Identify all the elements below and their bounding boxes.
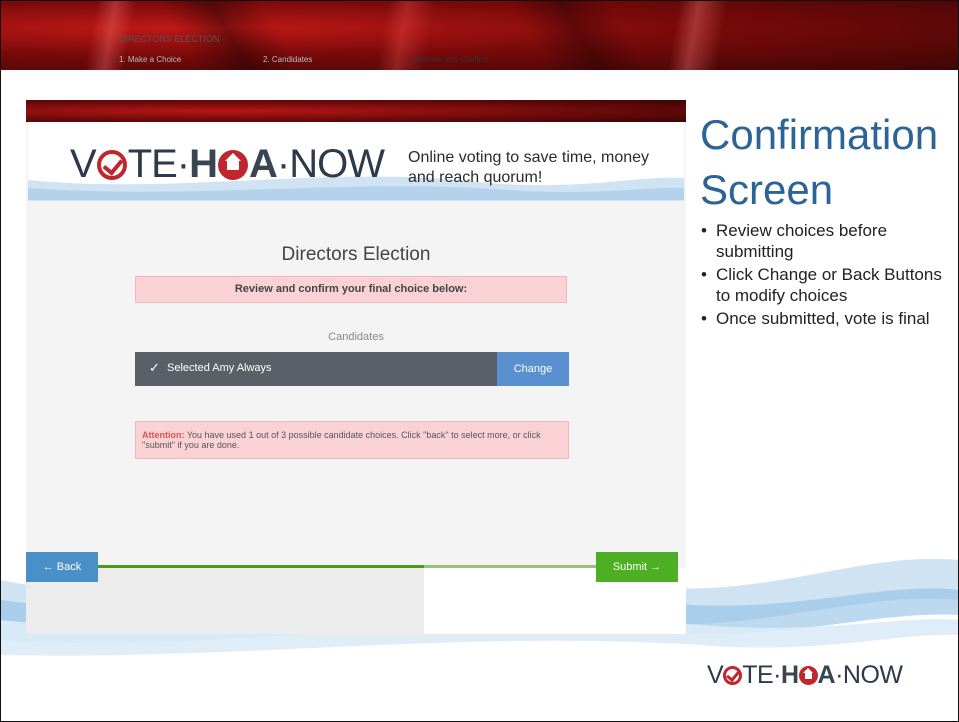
footer-logo-h: H	[780, 661, 799, 689]
progress-fill	[98, 565, 424, 568]
back-button[interactable]: ← Back	[26, 552, 98, 582]
footer-logo-v: V	[707, 661, 724, 689]
attention-text: You have used 1 out of 3 possible candid…	[142, 430, 541, 450]
checkmark-o-icon	[96, 150, 127, 180]
header-tagline: Online voting to save time, money and re…	[408, 149, 650, 186]
slide-title: Confirmation Screen	[700, 111, 939, 213]
checkmark-o-icon	[723, 666, 743, 685]
attention-message: Attention: You have used 1 out of 3 poss…	[135, 421, 569, 459]
slide: V TE·H A·NOW Online voting to save time, m…	[0, 0, 959, 722]
logo-text-v: V	[70, 142, 97, 186]
bullet-change-or-back: Click Change or Back Buttons to modify c…	[700, 264, 955, 306]
navigation-bar: ← Back Submit →	[26, 550, 686, 634]
footer-logo: V TE·H A·NOW	[707, 660, 903, 690]
logo-text-now: ·NOW	[276, 142, 385, 186]
bullet-review-choices: Review choices before submitting	[700, 220, 955, 262]
house-o-icon	[798, 666, 818, 685]
app-header: V TE·H A·NOW Online voting to save time, m…	[28, 122, 684, 201]
logo-text-a: A	[249, 142, 278, 186]
attention-label: Attention:	[142, 430, 185, 440]
step-review-and-confirm[interactable]: 3. Review and Confirm	[407, 55, 488, 64]
footer-logo-te: TE·	[742, 661, 781, 689]
house-o-icon	[218, 150, 249, 180]
footer-logo-a: A	[817, 661, 836, 689]
bullet-vote-final: Once submitted, vote is final	[700, 308, 955, 329]
steps-heading: DIRECTORS ELECTION	[119, 34, 220, 44]
candidates-label: Candidates	[328, 331, 384, 343]
bullet-list: Review choices before submitting Click C…	[700, 220, 955, 331]
step-candidates[interactable]: 2. Candidates	[263, 55, 312, 64]
logo-text-h: H	[189, 142, 218, 186]
submit-button[interactable]: Submit →	[596, 552, 678, 582]
vote-hoa-now-logo: V TE·H A·NOW	[70, 142, 385, 186]
election-title: Directors Election	[281, 244, 431, 265]
logo-text-te: TE·	[127, 142, 190, 186]
change-button[interactable]: Change	[497, 352, 569, 386]
selected-candidate-name: Selected Amy Always	[167, 362, 272, 374]
app-red-banner	[26, 100, 686, 122]
selected-candidate-row: ✓ Selected Amy Always Change	[135, 352, 569, 386]
check-icon: ✓	[149, 360, 160, 375]
review-notice: Review and confirm your final choice bel…	[135, 276, 567, 303]
step-make-a-choice[interactable]: 1. Make a Choice	[119, 55, 181, 64]
footer-logo-now: ·NOW	[835, 661, 903, 689]
